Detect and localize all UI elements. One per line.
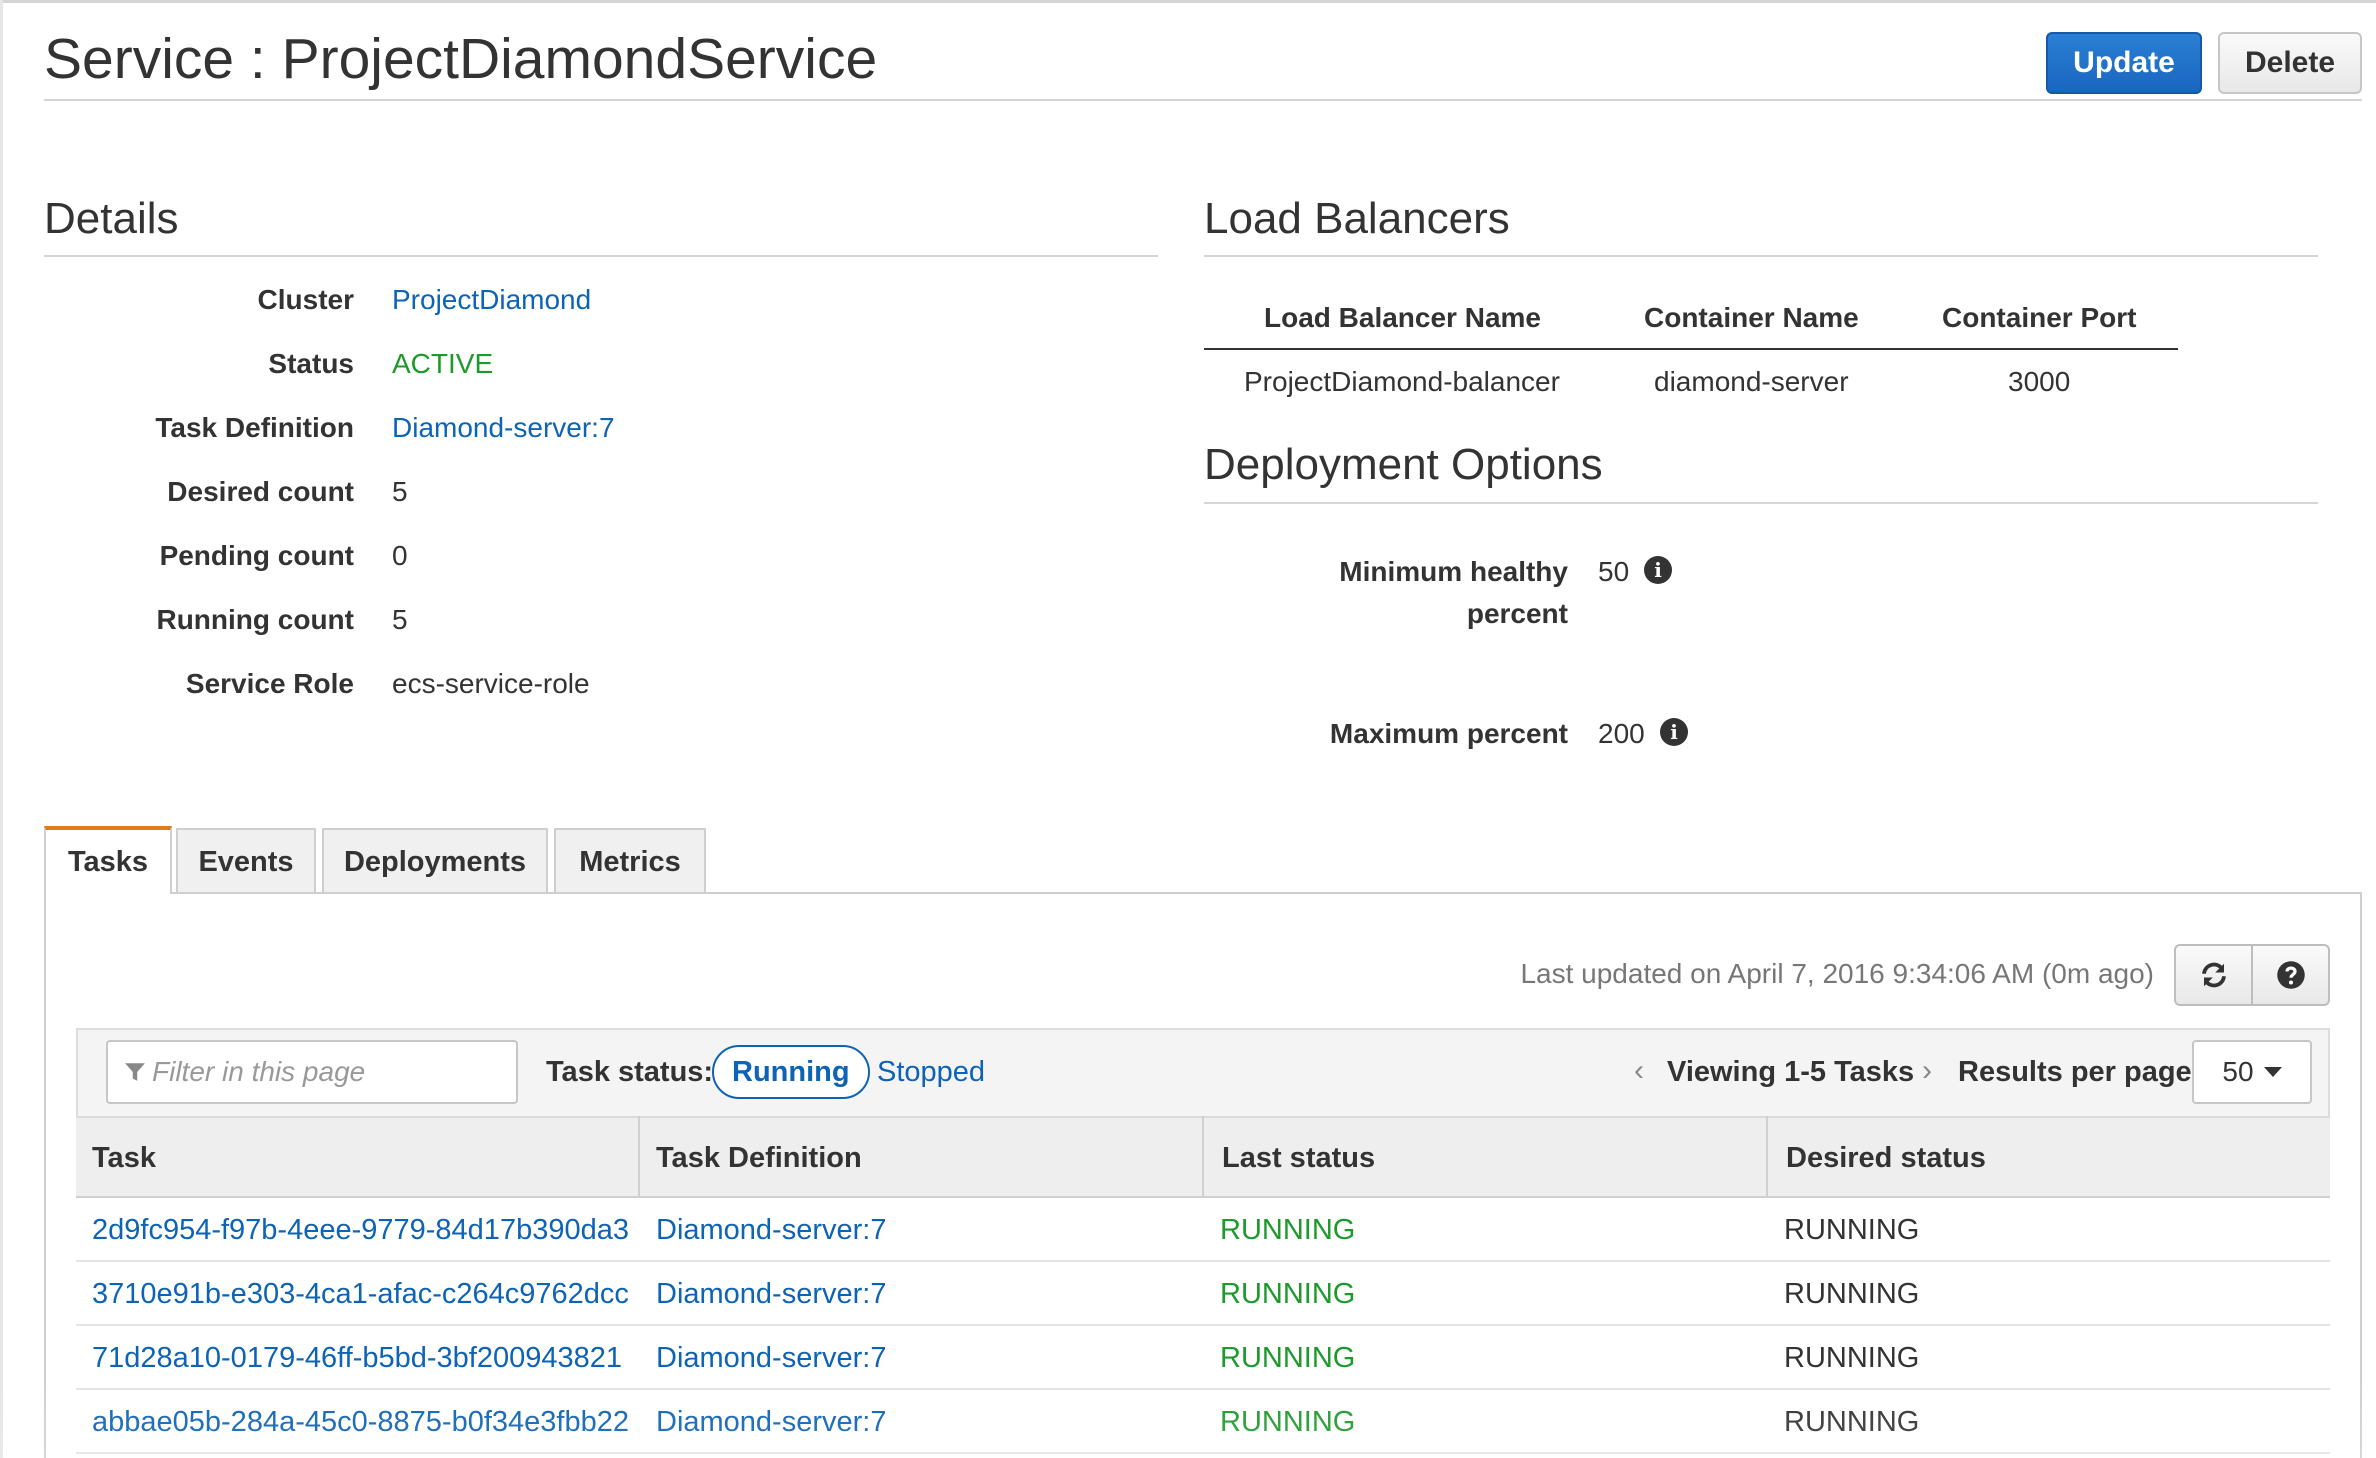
cluster-label: Cluster	[257, 284, 354, 315]
status-stopped-toggle[interactable]: Stopped	[877, 1056, 985, 1089]
desired-status-value: RUNNING	[1784, 1342, 1920, 1374]
task-definition-link[interactable]: Diamond-server:7	[392, 412, 615, 444]
desired-status-value: RUNNING	[1784, 1406, 1920, 1438]
lb-port-value: 3000	[2008, 366, 2071, 397]
last-status-value: RUNNING	[1220, 1278, 1356, 1310]
max-percent-label: Maximum percent	[1329, 718, 1568, 749]
task-id-link[interactable]: 2d9fc954-f97b-4eee-9779-84d17b390da3	[92, 1214, 629, 1247]
prev-page-icon[interactable]: ‹	[1634, 1054, 1644, 1088]
info-icon[interactable]: i	[1644, 556, 1672, 584]
desired-status-value: RUNNING	[1784, 1214, 1920, 1246]
pending-count-value: 0	[392, 540, 408, 571]
task-status-label: Task status:	[546, 1056, 714, 1088]
status-label: Status	[268, 348, 354, 379]
desired-status-value: RUNNING	[1784, 1278, 1920, 1310]
lb-container-value: diamond-server	[1654, 366, 1849, 397]
load-balancers-heading: Load Balancers	[1204, 194, 1510, 243]
lb-col-name: Load Balancer Name	[1264, 302, 1541, 333]
task-definition-label: Task Definition	[155, 412, 354, 443]
filter-placeholder: Filter in this page	[152, 1056, 366, 1087]
task-definition-link[interactable]: Diamond-server:7	[656, 1342, 886, 1375]
page-title: Service : ProjectDiamondService	[44, 27, 878, 91]
task-definition-link[interactable]: Diamond-server:7	[656, 1278, 886, 1311]
cluster-link[interactable]: ProjectDiamond	[392, 284, 591, 316]
column-divider	[638, 1116, 640, 1198]
column-divider	[1766, 1116, 1768, 1198]
task-id-link[interactable]: 71d28a10-0179-46ff-b5bd-3bf200943821	[92, 1342, 622, 1375]
running-count-value: 5	[392, 604, 408, 635]
task-definition-link[interactable]: Diamond-server:7	[656, 1406, 886, 1439]
deployment-options-divider	[1204, 502, 2318, 504]
refresh-icon	[2201, 962, 2226, 988]
tab-tasks[interactable]: Tasks	[44, 826, 172, 894]
col-last-status[interactable]: Last status	[1222, 1142, 1375, 1175]
service-role-label: Service Role	[185, 668, 354, 699]
panel-actions	[2174, 944, 2330, 1006]
task-definition-link[interactable]: Diamond-server:7	[656, 1214, 886, 1247]
details-heading: Details	[44, 194, 179, 243]
column-divider	[1202, 1116, 1204, 1198]
lb-col-port: Container Port	[1942, 302, 2137, 333]
top-border	[0, 0, 2376, 3]
results-per-page-label: Results per page	[1958, 1056, 2192, 1088]
min-healthy-label-line2: percent	[1466, 598, 1568, 629]
filter-input[interactable]: Filter in this page	[106, 1040, 518, 1104]
results-per-page-value: 50	[2222, 1056, 2254, 1087]
lb-header-rule	[1204, 348, 2178, 350]
filter-icon	[125, 1063, 145, 1081]
tab-deployments[interactable]: Deployments	[322, 828, 548, 894]
col-task[interactable]: Task	[92, 1142, 156, 1175]
delete-button[interactable]: Delete	[2218, 32, 2362, 94]
col-task-definition[interactable]: Task Definition	[656, 1142, 862, 1175]
lb-name-link[interactable]: ProjectDiamond-balancer	[1244, 366, 1560, 398]
refresh-button[interactable]	[2176, 946, 2251, 1004]
chevron-down-icon	[2263, 1067, 2282, 1077]
pending-count-label: Pending count	[159, 540, 354, 571]
update-button[interactable]: Update	[2046, 32, 2202, 94]
left-border	[0, 0, 3, 1458]
help-button[interactable]	[2251, 946, 2328, 1004]
last-status-value: RUNNING	[1220, 1214, 1356, 1246]
results-per-page-select[interactable]: 50	[2192, 1040, 2312, 1104]
task-id-link[interactable]: abbae05b-284a-45c0-8875-b0f34e3fbb22	[92, 1406, 629, 1439]
info-icon[interactable]: i	[1660, 718, 1688, 746]
max-percent-value: 200	[1598, 718, 1645, 749]
tab-events[interactable]: Events	[176, 828, 316, 894]
tab-metrics[interactable]: Metrics	[554, 828, 706, 894]
last-status-value: RUNNING	[1220, 1406, 1356, 1438]
lb-col-container: Container Name	[1644, 302, 1859, 333]
last-updated-text: Last updated on April 7, 2016 9:34:06 AM…	[1520, 958, 2154, 989]
min-healthy-label-line1: Minimum healthy	[1339, 556, 1568, 587]
desired-count-label: Desired count	[167, 476, 354, 507]
running-count-label: Running count	[156, 604, 354, 635]
last-status-value: RUNNING	[1220, 1342, 1356, 1374]
min-healthy-value: 50	[1598, 556, 1630, 587]
title-divider	[44, 99, 2362, 101]
col-desired-status[interactable]: Desired status	[1786, 1142, 1986, 1175]
status-running-toggle[interactable]: Running	[712, 1045, 870, 1099]
load-balancers-divider	[1204, 255, 2318, 257]
task-id-link[interactable]: 3710e91b-e303-4ca1-afac-c264c9762dcc	[92, 1278, 629, 1311]
service-role-value: ecs-service-role	[392, 668, 590, 699]
desired-count-value: 5	[392, 476, 408, 507]
deployment-options-heading: Deployment Options	[1204, 440, 1603, 489]
details-divider	[44, 255, 1158, 257]
next-page-icon[interactable]: ›	[1922, 1054, 1932, 1088]
viewing-range: Viewing 1-5 Tasks	[1667, 1056, 1915, 1088]
status-value: ACTIVE	[392, 348, 494, 379]
help-icon	[2276, 961, 2305, 989]
